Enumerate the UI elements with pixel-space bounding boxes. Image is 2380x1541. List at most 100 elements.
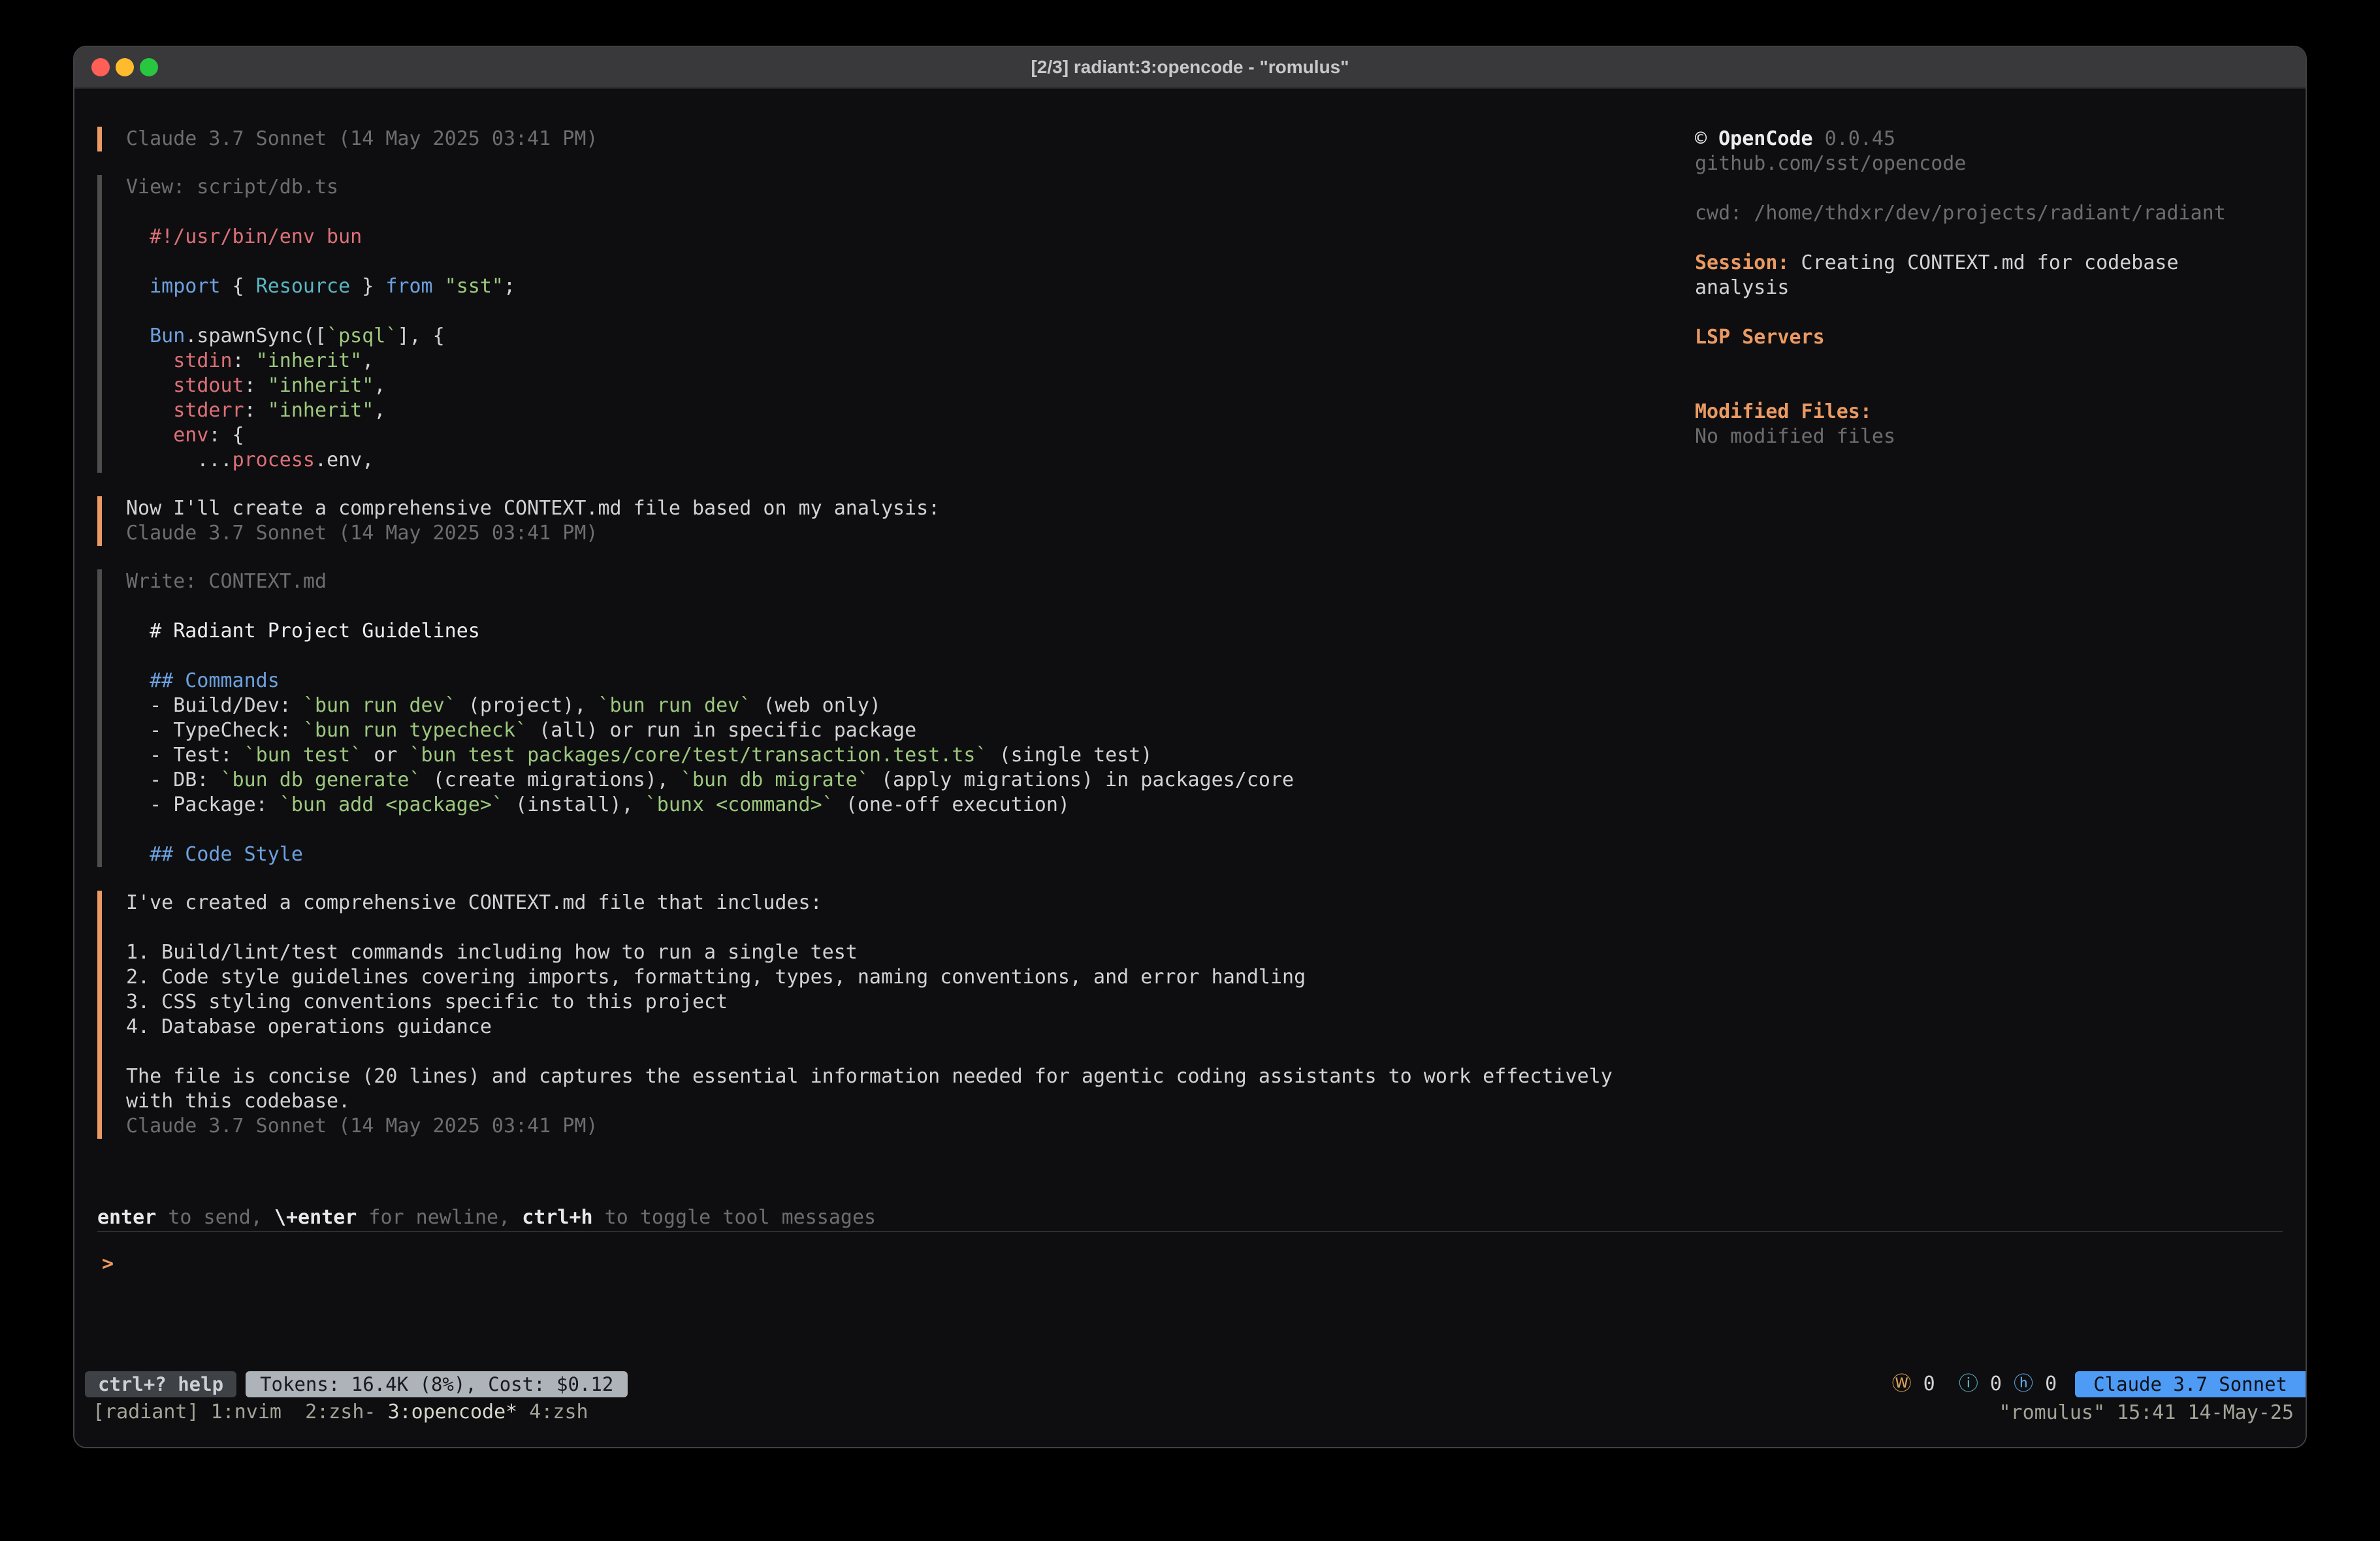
text-segment: [radiant] [93, 1401, 211, 1423]
text-segment: import [150, 275, 220, 298]
text-segment: No modified files [1695, 425, 1895, 448]
text-segment: LSP Servers [1695, 326, 1825, 349]
text-segment: .env, [315, 449, 374, 471]
window-title: [2/3] radiant:3:opencode - "romulus" [74, 57, 2306, 78]
text-segment: 0 [1912, 1373, 1959, 1395]
text-segment: OpenCode [1718, 127, 1813, 150]
terminal-line: 3. CSS styling conventions specific to t… [126, 990, 1671, 1015]
terminal-line [126, 299, 1671, 324]
text-segment: 1:nvim 2:zsh- [211, 1401, 388, 1423]
text-segment: - Package: [126, 793, 280, 816]
text-segment: 0.0.45 [1813, 127, 1895, 150]
terminal-line [126, 818, 1671, 842]
zoom-window-button[interactable] [140, 58, 158, 76]
text-segment [126, 669, 150, 692]
text-segment: (all) or run in specific package [527, 719, 916, 742]
terminal-line: No modified files [1695, 424, 2292, 449]
text-segment: : { [208, 424, 244, 447]
text-segment: `bun test packages/core/test/transaction… [410, 744, 988, 767]
text-segment: 0 [2033, 1373, 2057, 1395]
text-segment: or [362, 744, 409, 767]
text-segment: env [173, 424, 208, 447]
terminal-line [126, 249, 1671, 274]
terminal-line [126, 200, 1671, 225]
text-segment [126, 225, 150, 248]
terminal-line: Claude 3.7 Sonnet (14 May 2025 03:41 PM) [126, 1114, 1671, 1139]
terminal-line [1695, 350, 2292, 375]
text-segment: : [244, 374, 268, 397]
prompt-caret[interactable]: > [102, 1252, 114, 1277]
text-segment: `bun run typecheck` [303, 719, 527, 742]
text-segment: `bun test` [244, 744, 362, 767]
terminal-line: - TypeCheck: `bun run typecheck` (all) o… [126, 718, 1671, 743]
tokens-cost-badge: Tokens: 16.4K (8%), Cost: $0.12 [246, 1371, 628, 1397]
terminal-line: [radiant] 1:nvim 2:zsh- 3:opencode* 4:zs… [93, 1400, 588, 1425]
text-segment: github.com/sst/opencode [1695, 152, 1966, 175]
text-segment: Session: [1695, 251, 1790, 274]
terminal-line: enter to send, \+enter for newline, ctrl… [97, 1205, 876, 1230]
text-segment: 3. CSS styling conventions specific to t… [126, 991, 728, 1013]
text-segment: ## Code Style [150, 843, 303, 866]
text-segment: to send, [156, 1206, 274, 1229]
text-segment: `psql` [327, 325, 397, 347]
terminal-content: Claude 3.7 Sonnet (14 May 2025 03:41 PM)… [74, 89, 2306, 1447]
text-segment: Now I'll create a comprehensive CONTEXT.… [126, 497, 940, 520]
terminal-line: Now I'll create a comprehensive CONTEXT.… [126, 496, 1671, 521]
terminal-line: Bun.spawnSync([`psql`], { [126, 324, 1671, 349]
terminal-line: cwd: /home/thdxr/dev/projects/radiant/ra… [1695, 201, 2292, 226]
tmux-window-list[interactable]: [radiant] 1:nvim 2:zsh- 3:opencode* 4:zs… [93, 1400, 588, 1425]
close-window-button[interactable] [91, 58, 110, 76]
terminal-line: 1. Build/lint/test commands including ho… [126, 940, 1671, 965]
text-segment: "inherit" [256, 349, 362, 372]
status-bar-right: Ⓦ 0 ⓘ 0 ⓗ 0 Claude 3.7 Sonnet [1892, 1371, 2306, 1397]
terminal-line [126, 915, 1671, 940]
text-segment: # Radiant Project Guidelines [150, 620, 480, 643]
tool-write-context-block: Write: CONTEXT.md # Radiant Project Guid… [97, 569, 1671, 867]
terminal-line: © OpenCode 0.0.45 [1695, 127, 2292, 151]
terminal-line: ...process.env, [126, 448, 1671, 473]
terminal-line: with this codebase. [126, 1089, 1671, 1114]
text-segment: analysis [1695, 276, 1790, 299]
text-segment: (single test) [988, 744, 1153, 767]
terminal-line: - Test: `bun test` or `bun test packages… [126, 743, 1671, 768]
text-segment: ## Commands [150, 669, 280, 692]
terminal-window: [2/3] radiant:3:opencode - "romulus" Cla… [73, 46, 2307, 1448]
terminal-line: # Radiant Project Guidelines [126, 619, 1671, 644]
text-segment: "inherit" [268, 374, 374, 397]
opencode-logo-icon: © [1695, 127, 1718, 150]
terminal-line: 4. Database operations guidance [126, 1015, 1671, 1040]
text-segment [433, 275, 445, 298]
text-segment [126, 424, 173, 447]
text-segment: 0 [1978, 1373, 2014, 1395]
terminal-line: stdout: "inherit", [126, 373, 1671, 398]
text-segment [126, 374, 173, 397]
text-segment: process [233, 449, 315, 471]
text-segment: (one-off execution) [834, 793, 1070, 816]
text-segment: - DB: [126, 769, 221, 791]
text-segment: with this codebase. [126, 1090, 350, 1113]
text-segment: Claude 3.7 Sonnet (14 May 2025 03:41 PM) [126, 522, 598, 545]
terminal-line: 2. Code style guidelines covering import… [126, 965, 1671, 990]
text-segment: View: script/db.ts [126, 176, 338, 199]
text-segment: stdin [173, 349, 232, 372]
text-segment: ctrl+h [522, 1206, 592, 1229]
help-shortcut-badge: ctrl+? help [85, 1371, 236, 1397]
text-segment: ... [126, 449, 233, 471]
terminal-line: Session: Creating CONTEXT.md for codebas… [1695, 251, 2292, 276]
terminal-line: Claude 3.7 Sonnet (14 May 2025 03:41 PM) [126, 127, 1671, 151]
minimize-window-button[interactable] [116, 58, 134, 76]
session-sidebar: © OpenCode 0.0.45github.com/sst/opencode… [1695, 127, 2292, 1162]
terminal-line: ## Commands [126, 669, 1671, 693]
text-segment: , [374, 374, 385, 397]
text-segment: { [221, 275, 256, 298]
text-segment: 4. Database operations guidance [126, 1015, 492, 1038]
text-segment: `bun db generate` [221, 769, 421, 791]
text-segment: (apply migrations) in packages/core [869, 769, 1294, 791]
terminal-line: - Build/Dev: `bun run dev` (project), `b… [126, 693, 1671, 718]
text-segment: - Test: [126, 744, 244, 767]
window-titlebar[interactable]: [2/3] radiant:3:opencode - "romulus" [74, 47, 2306, 89]
text-segment: I've created a comprehensive CONTEXT.md … [126, 891, 822, 914]
message-input[interactable]: > [97, 1231, 2283, 1348]
terminal-line: Modified Files: [1695, 400, 2292, 424]
text-segment: ], { [397, 325, 444, 347]
